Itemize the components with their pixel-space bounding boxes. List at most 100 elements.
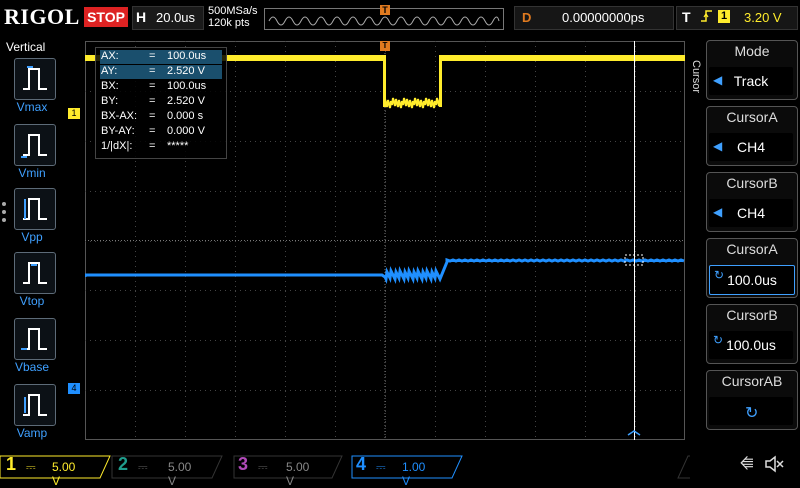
rising-edge-icon: [700, 8, 714, 27]
delay-letter: D: [522, 10, 532, 25]
vbase-icon: [21, 328, 47, 350]
mode-title: Mode: [734, 43, 770, 59]
cursor-a-source-title: CursorA: [726, 109, 778, 125]
vmax-button[interactable]: [14, 58, 56, 100]
cursor-row-dx: BX-AX: = 0.000 s: [100, 110, 222, 124]
vtop-button[interactable]: [14, 252, 56, 294]
vamp-icon: [23, 394, 47, 416]
cursor-menu-label: Cursor: [690, 60, 702, 94]
mode-button[interactable]: Mode ◀ Track: [706, 40, 798, 100]
vpp-button[interactable]: [14, 188, 56, 230]
dc-coupling-icon: ⎓: [376, 460, 386, 474]
cursor-ab-button[interactable]: CursorAB ↻: [706, 370, 798, 430]
cursor-a-source-value-box: ◀ CH4: [709, 133, 793, 161]
channel-tabs: [0, 455, 690, 479]
trigger-level: 3.20 V: [744, 10, 782, 25]
ch4-offset-marker[interactable]: 4: [68, 383, 80, 394]
vpp-icon: [23, 198, 47, 220]
ch1-offset-marker[interactable]: 1: [68, 108, 80, 119]
brand-logo: RIGOL: [4, 4, 80, 29]
speaker-mute-icon[interactable]: [764, 455, 786, 478]
cursor-row-name: AY:: [101, 65, 118, 77]
vamp-label: Vamp: [16, 426, 48, 440]
cursor-b-source-button[interactable]: CursorB ◀ CH4: [706, 172, 798, 232]
cursor-row-name: BY-AY:: [101, 125, 135, 137]
vmin-label: Vmin: [18, 166, 46, 180]
channel-1-scale: 5.00 V: [52, 460, 76, 488]
channel-3-scale: 5.00 V: [286, 460, 310, 488]
dc-coupling-icon: ⎓: [138, 460, 148, 474]
cursor-row-value: 2.520 V: [167, 95, 205, 107]
dc-coupling-icon: ⎓: [258, 460, 268, 474]
cursor-a-source-value: CH4: [736, 139, 765, 155]
cursor-b-source-value-box: ◀ CH4: [709, 199, 793, 227]
timebase-value: 20.0us: [156, 10, 196, 25]
cursor-b-position-button[interactable]: CursorB ↻ 100.0us: [706, 304, 798, 364]
channel-2-number: 2: [118, 454, 129, 474]
cursor-b-source-value: CH4: [736, 205, 765, 221]
vmin-icon: [21, 134, 47, 158]
vmax-icon: [23, 66, 47, 90]
cursor-a-position-value-box: ↻ 100.0us: [709, 265, 795, 295]
mode-value-box: ◀ Track: [709, 67, 793, 95]
cursor-row-eq: =: [149, 95, 156, 107]
cursor-row-name: BX-AX:: [101, 110, 138, 122]
cursor-b-position-value-box: ↻ 100.0us: [709, 331, 793, 359]
cursor-row-by: BY: = 2.520 V: [100, 95, 222, 109]
timebase-letter: H: [136, 9, 147, 25]
cursor-row-value: 0.000 s: [167, 110, 204, 122]
cursor-row-name: AX:: [101, 50, 119, 62]
vmin-button[interactable]: [14, 124, 56, 166]
cursor-b-position-value: 100.0us: [726, 337, 776, 353]
cursor-row-value: 2.520 V: [167, 65, 205, 77]
cursor-row-ax: AX: = 100.0us: [100, 50, 222, 64]
cursor-row-freq: 1/|dX|: = *****: [100, 140, 222, 154]
cursor-a-position-value: 100.0us: [727, 272, 777, 288]
cursor-readout-box: AX: = 100.0us AY: = 2.520 V BX: = 100.0us BY: =…: [95, 47, 227, 159]
vamp-button[interactable]: [14, 384, 56, 426]
cursor-row-bx: BX: = 100.0us: [100, 80, 222, 94]
run-stop-status[interactable]: STOP: [84, 7, 128, 27]
cursor-row-name: BY:: [101, 95, 119, 107]
vbase-button[interactable]: [14, 318, 56, 360]
channel-2-scale: 5.00 V: [168, 460, 192, 488]
sample-rate: 500MSa/s: [208, 5, 258, 17]
cursor-row-value: 100.0us: [167, 80, 207, 92]
cursor-row-ay: AY: = 2.520 V: [100, 65, 222, 79]
cursor-row-eq: =: [149, 125, 156, 137]
cursor-row-eq: =: [149, 140, 156, 152]
ch1-trace: [439, 55, 442, 107]
cursor-row-eq: =: [149, 50, 156, 62]
ch1-trace: [441, 55, 685, 61]
cursor-a-position-title: CursorA: [726, 241, 778, 257]
cursor-ab-value-box: ↻: [709, 397, 793, 425]
cursor-a-position-button[interactable]: CursorA ↻ 100.0us: [706, 238, 798, 298]
knob-icon: ↻: [745, 405, 759, 422]
cursor-row-value: *****: [167, 140, 189, 152]
page-dot: [2, 218, 6, 222]
channel-3-number: 3: [238, 454, 249, 474]
cursor-row-name: 1/|dX|:: [101, 140, 133, 152]
cursor-row-eq: =: [149, 80, 156, 92]
cursor-row-name: BX:: [101, 80, 119, 92]
mode-value: Track: [733, 73, 769, 89]
vpp-label: Vpp: [21, 230, 43, 244]
usb-icon: ⭅: [740, 456, 754, 473]
page-dot: [2, 210, 6, 214]
trigger-source: 1: [718, 10, 730, 23]
vmax-label: Vmax: [16, 100, 48, 114]
cursor-b-source-title: CursorB: [726, 175, 778, 191]
trigger-position-icon: T: [380, 5, 390, 15]
cursor-row-dy: BY-AY: = 0.000 V: [100, 125, 222, 139]
memory-depth: 120k pts: [208, 17, 250, 29]
measure-menu-title: Vertical: [6, 40, 46, 54]
vbase-label: Vbase: [14, 360, 50, 374]
cursor-b-position-title: CursorB: [726, 307, 778, 323]
trigger-letter: T: [682, 9, 691, 25]
channel-4-scale: 1.00 V: [402, 460, 426, 488]
dc-coupling-icon: ⎓: [26, 460, 36, 474]
cursor-a-source-button[interactable]: CursorA ◀ CH4: [706, 106, 798, 166]
cursor-row-eq: =: [149, 110, 156, 122]
cursor-row-value: 0.000 V: [167, 125, 205, 137]
page-dot: [2, 202, 6, 206]
